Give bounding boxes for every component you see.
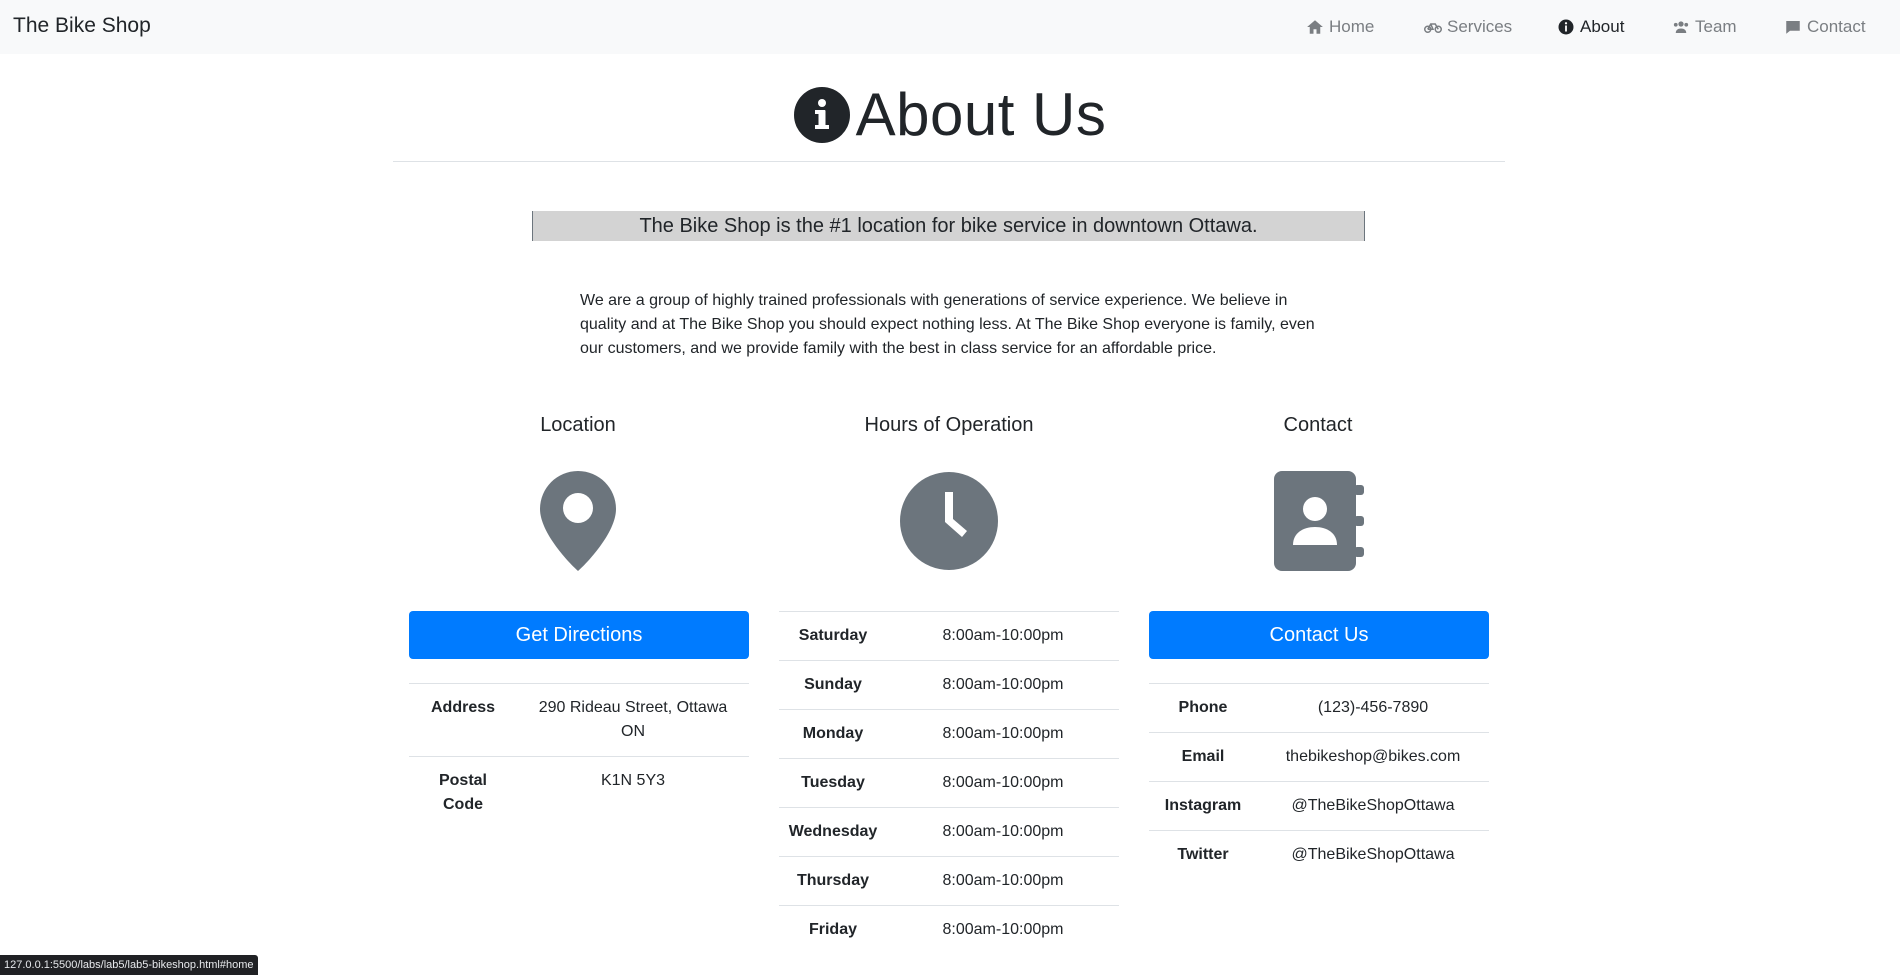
- contact-heading: Contact: [1283, 414, 1353, 436]
- nav-link-label: About: [1580, 17, 1625, 36]
- contact-table: Phone (123)-456-7890 Email thebikeshop@bik…: [1149, 683, 1489, 879]
- row-value: K1N 5Y3: [517, 756, 749, 829]
- location-heading: Location: [540, 414, 616, 436]
- location-table: Address 290 Rideau Street, Ottawa ON Pos…: [409, 683, 749, 829]
- page-title-text: About Us: [855, 81, 1107, 148]
- map-marker-icon: [540, 471, 616, 571]
- table-row: Wednesday 8:00am-10:00pm: [779, 807, 1119, 857]
- table-row: Twitter @TheBikeShopOttawa: [1149, 830, 1489, 879]
- table-row: Saturday 8:00am-10:00pm: [779, 611, 1119, 661]
- nav-link-label: Contact: [1807, 17, 1866, 36]
- row-value: 290 Rideau Street, Ottawa ON: [517, 683, 749, 757]
- info-circle-icon: [793, 86, 850, 143]
- row-value: 8:00am-10:00pm: [887, 611, 1119, 661]
- row-key: Friday: [779, 905, 887, 955]
- row-value: @TheBikeShopOttawa: [1257, 781, 1489, 831]
- nav-link-services[interactable]: Services: [1424, 17, 1512, 37]
- row-value: 8:00am-10:00pm: [887, 807, 1119, 857]
- row-key: Twitter: [1149, 830, 1257, 879]
- row-key: Phone: [1149, 683, 1257, 733]
- row-value: 8:00am-10:00pm: [887, 856, 1119, 906]
- table-row: Postal Code K1N 5Y3: [409, 756, 749, 829]
- nav-link-label: Home: [1329, 17, 1375, 36]
- nav-link-about[interactable]: About: [1557, 17, 1624, 37]
- row-value: @TheBikeShopOttawa: [1257, 830, 1489, 879]
- row-value: thebikeshop@bikes.com: [1257, 732, 1489, 782]
- home-icon: [1307, 20, 1323, 34]
- lead-text: The Bike Shop is the #1 location for bik…: [532, 211, 1365, 241]
- row-value: 8:00am-10:00pm: [887, 905, 1119, 955]
- row-key: Address: [409, 683, 517, 757]
- nav-link-home[interactable]: Home: [1306, 17, 1374, 37]
- users-icon: [1673, 21, 1689, 33]
- row-key: Thursday: [779, 856, 887, 906]
- get-directions-button[interactable]: Get Directions: [409, 611, 749, 659]
- comment-icon: [1786, 21, 1800, 34]
- table-row: Monday 8:00am-10:00pm: [779, 709, 1119, 759]
- nav-link-team[interactable]: Team: [1672, 17, 1737, 37]
- row-key: Instagram: [1149, 781, 1257, 831]
- hours-table: Saturday 8:00am-10:00pm Sunday 8:00am-10:0…: [779, 611, 1119, 955]
- hours-heading: Hours of Operation: [864, 414, 1034, 436]
- page-title: About Us: [0, 80, 1900, 149]
- table-row: Phone (123)-456-7890: [1149, 683, 1489, 733]
- nav-link-label: Services: [1447, 17, 1513, 36]
- clock-icon: [900, 472, 998, 570]
- navbar-brand[interactable]: The Bike Shop: [13, 14, 151, 38]
- table-row: Sunday 8:00am-10:00pm: [779, 660, 1119, 710]
- row-value: 8:00am-10:00pm: [887, 660, 1119, 710]
- row-key: Wednesday: [779, 807, 887, 857]
- row-key: Monday: [779, 709, 887, 759]
- address-book-icon: [1274, 471, 1364, 571]
- info-circle-icon: [1558, 19, 1574, 35]
- bicycle-icon: [1424, 23, 1442, 33]
- divider: [393, 161, 1505, 162]
- table-row: Instagram @TheBikeShopOttawa: [1149, 781, 1489, 831]
- table-row: Friday 8:00am-10:00pm: [779, 905, 1119, 955]
- table-row: Address 290 Rideau Street, Ottawa ON: [409, 683, 749, 757]
- table-row: Thursday 8:00am-10:00pm: [779, 856, 1119, 906]
- row-key: Sunday: [779, 660, 887, 710]
- row-value: (123)-456-7890: [1257, 683, 1489, 733]
- contact-us-button[interactable]: Contact Us: [1149, 611, 1489, 659]
- row-key: Postal Code: [409, 756, 517, 829]
- nav-link-contact[interactable]: Contact: [1784, 17, 1866, 37]
- browser-status-bar: 127.0.0.1:5500/labs/lab5/lab5-bikeshop.h…: [0, 955, 258, 975]
- table-row: Email thebikeshop@bikes.com: [1149, 732, 1489, 782]
- row-key: Email: [1149, 732, 1257, 782]
- navbar: The Bike Shop Home Services About Team C…: [0, 0, 1900, 54]
- row-key: Saturday: [779, 611, 887, 661]
- row-value: 8:00am-10:00pm: [887, 709, 1119, 759]
- nav-link-label: Team: [1695, 17, 1737, 36]
- table-row: Tuesday 8:00am-10:00pm: [779, 758, 1119, 808]
- intro-paragraph: We are a group of highly trained profess…: [580, 292, 1315, 357]
- row-value: 8:00am-10:00pm: [887, 758, 1119, 808]
- row-key: Tuesday: [779, 758, 887, 808]
